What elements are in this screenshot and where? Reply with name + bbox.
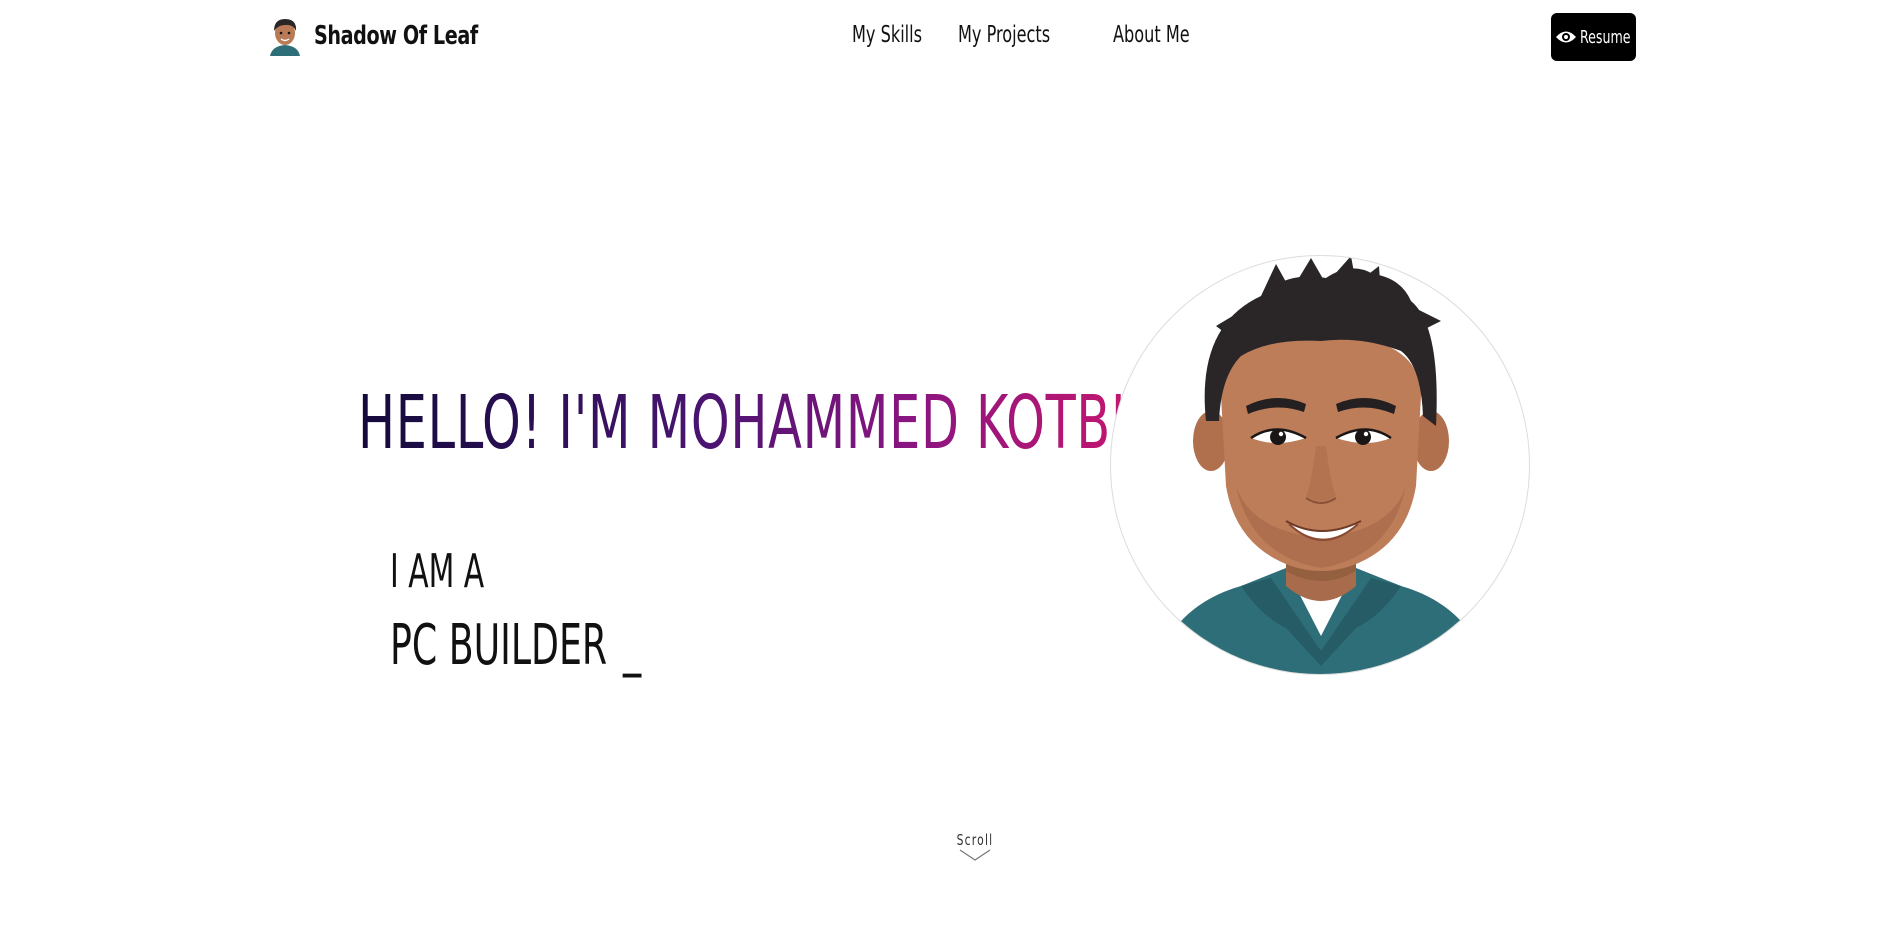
chevron-down-icon [959, 849, 991, 861]
nav-about-me[interactable]: About Me [1113, 22, 1191, 48]
role-text: PC BUILDER [390, 613, 608, 678]
avatar-icon [270, 19, 300, 56]
scroll-label: Scroll [956, 831, 994, 849]
hero-greeting: HELLO! I'M MOHAMMED KOTBI [358, 386, 1126, 460]
scroll-indicator[interactable]: Scroll [952, 830, 998, 862]
brand-name: Shadow Of Leaf [314, 21, 478, 51]
greeting-name: I'M MOHAMMED KOTBI [558, 380, 1127, 466]
nav-my-projects[interactable]: My Projects [958, 22, 1062, 48]
brand-link[interactable]: Shadow Of Leaf [268, 16, 514, 56]
eye-icon [1556, 31, 1576, 43]
typing-cursor: _ [622, 613, 642, 678]
intro-text: I AM A [390, 544, 485, 598]
profile-portrait [1110, 255, 1530, 675]
resume-label: Resume [1580, 26, 1631, 48]
nav-my-skills[interactable]: My Skills [852, 22, 922, 48]
portfolio-page: Shadow Of Leaf My Skills My Projects Abo… [0, 0, 1895, 925]
avatar-portrait [1151, 256, 1491, 674]
main-nav: My Skills My Projects About Me [852, 22, 1235, 48]
resume-button[interactable]: Resume [1551, 13, 1636, 61]
site-header: Shadow Of Leaf My Skills My Projects Abo… [0, 0, 1895, 74]
greeting-prefix: HELLO! [358, 380, 543, 466]
typewriter-role: PC BUILDER _ [390, 618, 641, 674]
